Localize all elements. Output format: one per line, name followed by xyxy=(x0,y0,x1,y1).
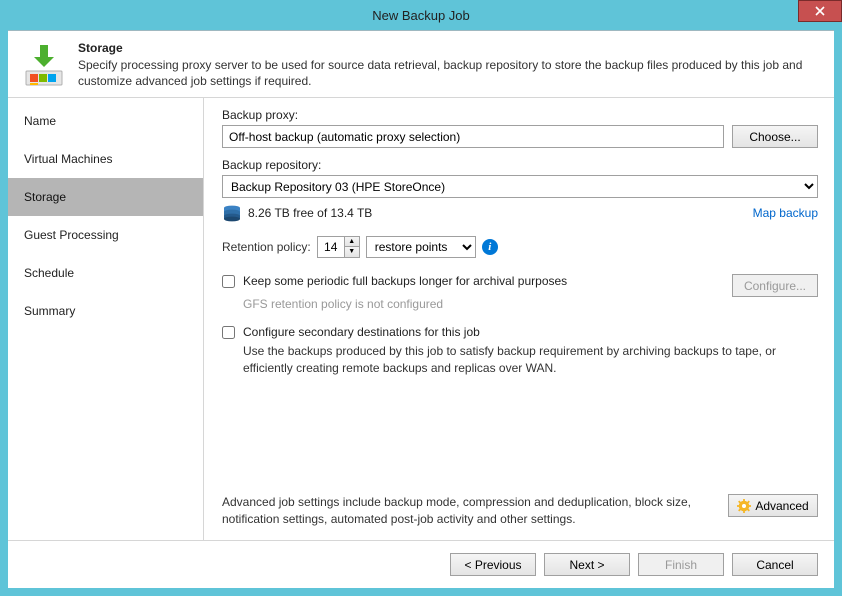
wizard-body: Name Virtual Machines Storage Guest Proc… xyxy=(8,98,834,540)
nav-item-name[interactable]: Name xyxy=(8,102,203,140)
spinner-up-icon[interactable]: ▲ xyxy=(345,237,359,247)
wizard-nav: Name Virtual Machines Storage Guest Proc… xyxy=(8,98,204,540)
keep-full-checkbox[interactable] xyxy=(222,275,235,288)
backup-proxy-label: Backup proxy: xyxy=(222,108,818,122)
secondary-dest-label: Configure secondary destinations for thi… xyxy=(243,325,480,339)
backup-proxy-input[interactable] xyxy=(222,125,724,148)
nav-item-storage[interactable]: Storage xyxy=(8,178,203,216)
keep-full-label: Keep some periodic full backups longer f… xyxy=(243,274,567,288)
storage-wizard-icon xyxy=(20,41,68,89)
gfs-hint-text: GFS retention policy is not configured xyxy=(243,297,818,311)
choose-proxy-button[interactable]: Choose... xyxy=(732,125,818,148)
nav-item-virtual-machines[interactable]: Virtual Machines xyxy=(8,140,203,178)
spinner-down-icon[interactable]: ▼ xyxy=(345,247,359,257)
wizard-footer: < Previous Next > Finish Cancel xyxy=(8,540,834,588)
dialog-window: Storage Specify processing proxy server … xyxy=(8,30,834,588)
secondary-dest-description: Use the backups produced by this job to … xyxy=(243,343,818,377)
next-button[interactable]: Next > xyxy=(544,553,630,576)
window-title: New Backup Job xyxy=(372,8,470,23)
nav-item-schedule[interactable]: Schedule xyxy=(8,254,203,292)
backup-repository-label: Backup repository: xyxy=(222,158,818,172)
nav-item-guest-processing[interactable]: Guest Processing xyxy=(8,216,203,254)
retention-value-input[interactable] xyxy=(318,237,344,257)
close-button[interactable] xyxy=(798,0,842,22)
cancel-button[interactable]: Cancel xyxy=(732,553,818,576)
retention-value-spinner[interactable]: ▲ ▼ xyxy=(317,236,360,258)
page-title: Storage xyxy=(78,41,822,55)
map-backup-link[interactable]: Map backup xyxy=(753,206,818,220)
gear-icon xyxy=(737,499,751,513)
nav-item-summary[interactable]: Summary xyxy=(8,292,203,330)
configure-gfs-button: Configure... xyxy=(732,274,818,297)
backup-repository-select[interactable]: Backup Repository 03 (HPE StoreOnce) xyxy=(222,175,818,198)
finish-button: Finish xyxy=(638,553,724,576)
advanced-description: Advanced job settings include backup mod… xyxy=(222,494,720,528)
retention-unit-select[interactable]: restore points xyxy=(366,236,476,258)
previous-button[interactable]: < Previous xyxy=(450,553,536,576)
storage-disk-icon xyxy=(222,204,242,222)
info-icon[interactable]: i xyxy=(482,239,498,255)
close-icon xyxy=(815,6,825,16)
storage-free-text: 8.26 TB free of 13.4 TB xyxy=(248,206,747,220)
wizard-header: Storage Specify processing proxy server … xyxy=(8,31,834,98)
retention-policy-label: Retention policy: xyxy=(222,240,311,254)
titlebar: New Backup Job xyxy=(0,0,842,30)
secondary-dest-checkbox[interactable] xyxy=(222,326,235,339)
page-description: Specify processing proxy server to be us… xyxy=(78,57,822,89)
main-panel: Backup proxy: Choose... Backup repositor… xyxy=(204,98,834,540)
advanced-button[interactable]: Advanced xyxy=(728,494,818,517)
